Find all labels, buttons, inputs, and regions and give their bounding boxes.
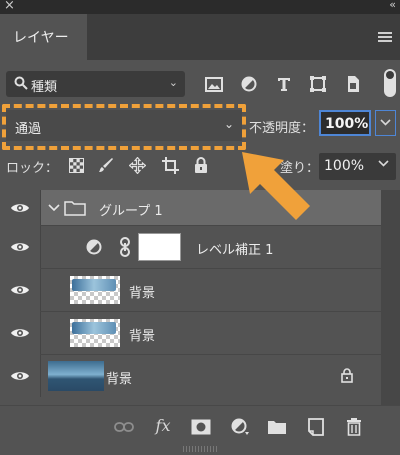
eye-icon xyxy=(11,329,29,337)
chevron-down-icon xyxy=(380,119,391,126)
layer-thumbnail xyxy=(48,361,104,391)
eye-icon xyxy=(11,372,29,380)
layer-mask-thumbnail[interactable] xyxy=(138,233,181,261)
folder-icon xyxy=(64,201,86,216)
filter-toggle-switch[interactable] xyxy=(384,69,396,97)
layer-thumbnail xyxy=(70,319,120,347)
new-group-icon[interactable] xyxy=(266,416,288,438)
layer-name: 背景 xyxy=(106,372,133,387)
link-icon[interactable] xyxy=(119,237,131,257)
lock-label: ロック： xyxy=(6,161,59,176)
adjustment-layer-icon xyxy=(86,239,102,255)
eye-icon xyxy=(11,243,29,251)
layers-list: グループ 1 レベル補正 1 背景 背景 背景 xyxy=(0,190,381,405)
shape-filter-icon[interactable] xyxy=(307,73,329,95)
filter-kind-label: 種類 xyxy=(31,80,58,95)
add-mask-icon[interactable] xyxy=(190,416,212,438)
resize-grip[interactable] xyxy=(183,446,217,452)
layer-thumbnail xyxy=(70,276,120,304)
new-adjustment-layer-icon[interactable] xyxy=(230,416,252,438)
trash-icon[interactable] xyxy=(343,416,365,438)
opacity-label: 不透明度： xyxy=(249,121,315,136)
eye-icon xyxy=(11,203,29,212)
layer-name: レベル補正 1 xyxy=(196,243,274,258)
eye-icon xyxy=(11,286,29,294)
annotation-arrow xyxy=(242,152,310,220)
opacity-dropdown-button[interactable] xyxy=(375,110,396,136)
link-layers-icon[interactable] xyxy=(113,416,135,438)
layer-filter-dropdown[interactable]: 種類 ⌄ xyxy=(6,71,185,97)
chevron-down-icon[interactable] xyxy=(378,160,389,167)
opacity-input[interactable]: 100% xyxy=(319,110,371,136)
panel-menu-icon[interactable] xyxy=(378,32,392,42)
fx-icon[interactable]: fx xyxy=(152,414,174,436)
lock-transparent-pixels-icon[interactable] xyxy=(66,155,86,175)
visibility-toggle[interactable] xyxy=(0,226,41,268)
layer-row-copy[interactable]: 背景 xyxy=(0,312,381,354)
visibility-toggle[interactable] xyxy=(0,269,41,311)
brush-icon[interactable] xyxy=(96,155,116,175)
visibility-toggle[interactable] xyxy=(0,190,41,225)
lock-all-icon[interactable] xyxy=(191,155,211,175)
layer-row-copy[interactable]: 背景 xyxy=(0,269,381,311)
smart-object-filter-icon[interactable] xyxy=(342,73,364,95)
move-icon[interactable] xyxy=(127,155,147,175)
layer-row-group[interactable]: グループ 1 xyxy=(0,190,381,225)
new-layer-icon[interactable] xyxy=(305,416,327,438)
image-filter-icon[interactable] xyxy=(203,73,225,95)
panel-title-bar: × ‹‹ xyxy=(0,0,400,14)
visibility-toggle[interactable] xyxy=(0,355,41,397)
visibility-toggle[interactable] xyxy=(0,312,41,354)
collapse-panel-icon[interactable]: ‹‹ xyxy=(389,0,396,11)
layer-name: 背景 xyxy=(129,329,156,344)
chevron-down-icon[interactable] xyxy=(48,204,60,212)
adjustment-filter-icon[interactable] xyxy=(238,73,260,95)
layer-name: 背景 xyxy=(129,286,156,301)
layer-row-adjustment[interactable]: レベル補正 1 xyxy=(0,226,381,268)
fill-input[interactable]: 100% xyxy=(319,153,396,180)
highlight-dashed-outline xyxy=(2,104,246,150)
chevron-down-icon: ⌄ xyxy=(168,76,178,89)
tab-layers-label: レイヤー xyxy=(13,30,69,46)
layer-row-background[interactable]: 背景 xyxy=(0,355,381,397)
lock-icon[interactable] xyxy=(341,368,353,383)
layers-scrollbar[interactable] xyxy=(381,190,400,405)
crop-artboard-icon[interactable] xyxy=(160,155,180,175)
tab-layers[interactable]: レイヤー xyxy=(0,14,87,60)
layer-name: グループ 1 xyxy=(99,204,163,219)
fill-value: 100% xyxy=(324,158,365,174)
type-filter-icon[interactable] xyxy=(273,73,295,95)
panel-tab-row: レイヤー xyxy=(0,14,400,60)
search-icon xyxy=(14,76,28,90)
close-panel-icon[interactable]: × xyxy=(4,0,15,13)
opacity-value: 100% xyxy=(325,116,369,132)
